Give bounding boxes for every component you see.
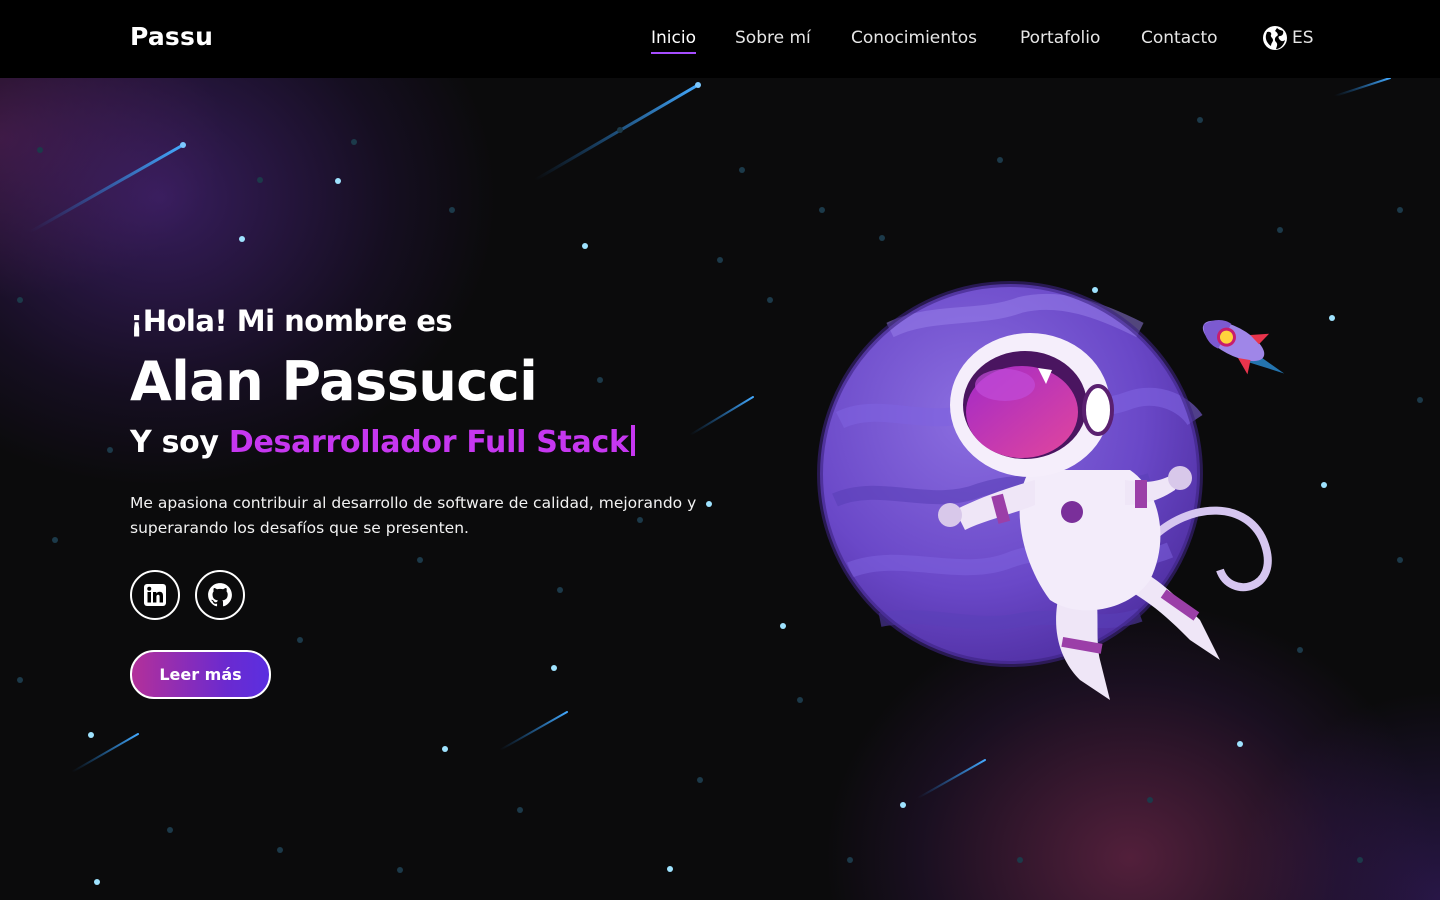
nav-link-inicio[interactable]: Inicio [651, 28, 696, 54]
role-highlight: Desarrollador Full Stack [228, 425, 629, 460]
read-more-button[interactable]: Leer más [130, 650, 271, 699]
role-prefix: Y soy [130, 425, 219, 460]
github-link[interactable] [195, 570, 245, 620]
nav-link-contacto[interactable]: Contacto [1141, 28, 1218, 48]
space-background [17, 78, 1423, 885]
hero-name: Alan Passucci [130, 350, 538, 413]
language-selector[interactable]: ES [1262, 25, 1314, 51]
nav-link-portafolio[interactable]: Portafolio [1020, 28, 1100, 48]
hero-role: Y soy Desarrollador Full Stack [130, 425, 635, 460]
nav-link-conocimientos[interactable]: Conocimientos [851, 28, 977, 48]
typing-cursor [630, 425, 635, 456]
top-navbar: Passu Inicio Sobre mí Conocimientos Port… [0, 0, 1440, 78]
hero-description: Me apasiona contribuir al desarrollo de … [130, 494, 697, 537]
globe-icon [1263, 26, 1287, 50]
linkedin-icon [144, 584, 166, 606]
nav-menu: Inicio Sobre mí Conocimientos Portafolio… [0, 28, 1440, 58]
linkedin-link[interactable] [130, 570, 180, 620]
hero-section: ¡Hola! Mi nombre es Alan Passucci Y soy … [0, 78, 1440, 900]
nav-link-sobre-mi[interactable]: Sobre mí [735, 28, 811, 48]
github-icon [208, 583, 232, 607]
language-label: ES [1292, 28, 1314, 48]
rocket-illustration [1202, 320, 1285, 375]
hero-greeting: ¡Hola! Mi nombre es [130, 304, 453, 338]
